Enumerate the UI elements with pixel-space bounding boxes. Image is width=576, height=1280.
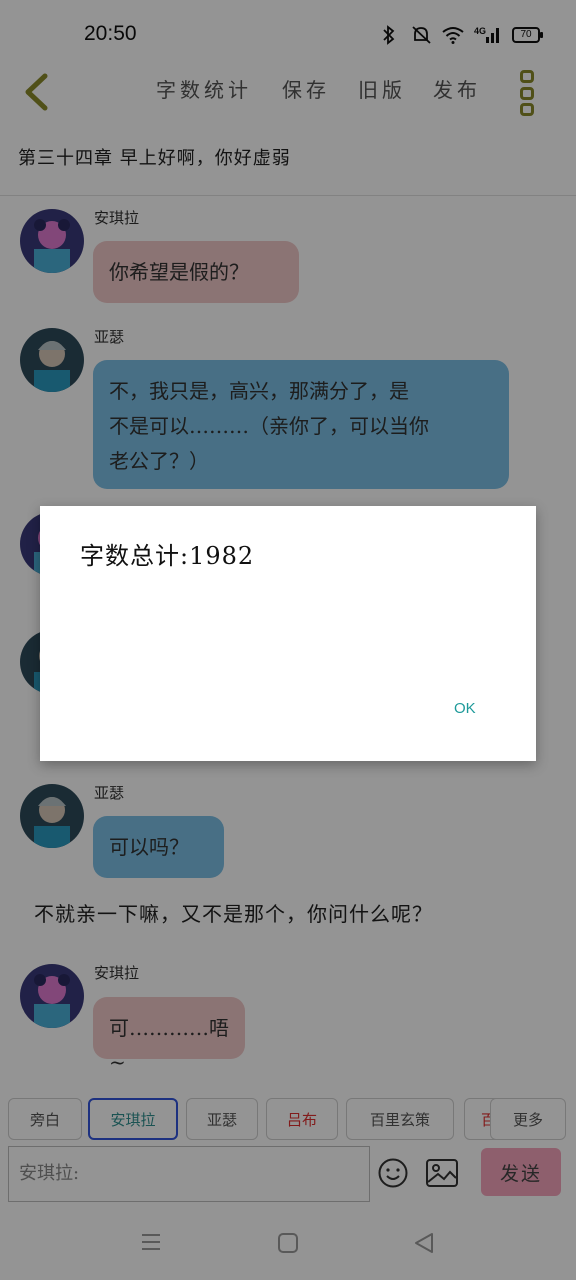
dialog-message: 字数总计:1982 [80, 542, 255, 570]
word-count-dialog: 字数总计:1982 OK [40, 506, 536, 761]
dialog-ok-button[interactable]: OK [446, 696, 484, 721]
